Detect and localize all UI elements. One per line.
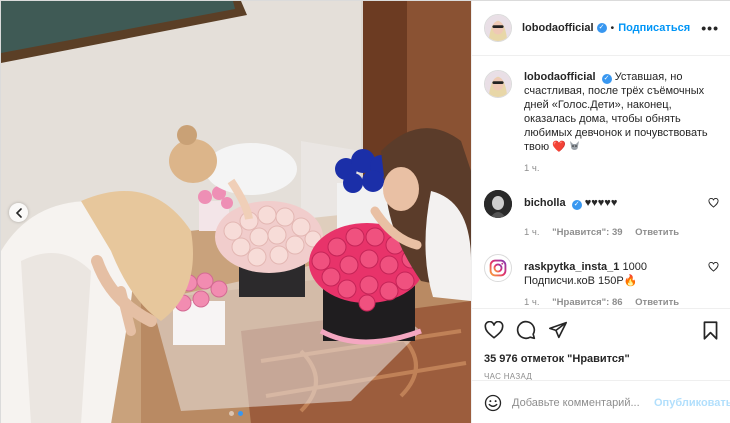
post-sidebar: lobodaofficial ✓ • Подписаться ••• lobod…	[471, 1, 730, 423]
post-actions: 35 976 отметок "Нравится" ЧАС НАЗАД	[472, 308, 730, 381]
carousel-prev-button[interactable]	[9, 203, 28, 222]
comment-meta: 1 ч. "Нравится": 86 Ответить	[524, 297, 719, 308]
comment-composer: Опубликовать	[472, 380, 730, 423]
caption-meta: 1 ч.	[524, 163, 719, 174]
comment-item: raskpytka_insta_1 1000 Подписчи.коВ 150Р…	[484, 254, 719, 288]
comment-like-button[interactable]	[708, 262, 719, 275]
commenter-username[interactable]: raskpytka_insta_1	[524, 261, 619, 273]
carousel-dot	[229, 411, 234, 416]
reply-button[interactable]: Ответить	[635, 297, 679, 308]
post-caption: lobodaofficial ✓ Уставшая, но счастливая…	[484, 70, 719, 154]
comment-item: bicholla ✓ ♥♥♥♥♥	[484, 190, 719, 218]
commenter-username[interactable]: bicholla	[524, 197, 566, 209]
emoji-icon	[484, 394, 502, 411]
avatar-image	[484, 190, 512, 218]
comment-meta: 1 ч. "Нравится": 39 Ответить	[524, 227, 719, 238]
heart-icon	[484, 321, 504, 339]
author-avatar[interactable]	[484, 14, 512, 42]
comment-likes-count[interactable]: "Нравится": 86	[552, 297, 622, 308]
carousel-dot	[238, 411, 243, 416]
comments-list[interactable]: lobodaofficial ✓ Уставшая, но счастливая…	[472, 56, 730, 308]
verified-badge-icon: ✓	[571, 200, 582, 210]
post-header: lobodaofficial ✓ • Подписаться •••	[472, 1, 730, 56]
comment-text-block: bicholla ✓ ♥♥♥♥♥	[524, 190, 684, 210]
chevron-left-icon	[15, 207, 22, 218]
verified-badge-icon: ✓	[596, 23, 607, 33]
author-username[interactable]: lobodaofficial	[522, 22, 594, 34]
action-icons-row	[484, 319, 719, 341]
more-options-icon[interactable]: •••	[701, 20, 719, 36]
bookmark-icon	[703, 320, 718, 340]
instagram-logo-icon	[489, 259, 507, 277]
comment-button[interactable]	[516, 320, 536, 340]
comment-time[interactable]: 1 ч.	[524, 227, 540, 238]
comment-icon	[516, 320, 536, 340]
follow-button[interactable]: Подписаться	[618, 22, 690, 34]
comment-likes-count[interactable]: "Нравится": 39	[552, 227, 622, 238]
separator-dot: •	[610, 22, 615, 34]
commenter-avatar[interactable]	[484, 190, 512, 218]
reply-button[interactable]: Ответить	[635, 227, 679, 238]
photo-illustration	[1, 1, 471, 423]
caption-username[interactable]: lobodaofficial	[524, 71, 596, 83]
heart-emoji: ❤️	[552, 141, 566, 153]
verified-badge-icon: ✓	[601, 74, 612, 84]
comment-text-block: raskpytka_insta_1 1000 Подписчи.коВ 150Р…	[524, 254, 684, 288]
share-icon	[548, 321, 567, 339]
publish-button[interactable]: Опубликовать	[654, 397, 730, 409]
comment-text: ♥♥♥♥♥	[584, 197, 618, 209]
commenter-avatar[interactable]	[484, 254, 512, 282]
emoji-button[interactable]	[484, 394, 502, 412]
save-button[interactable]	[702, 320, 719, 340]
wolf-emoji-icon	[569, 141, 579, 150]
like-button[interactable]	[484, 321, 504, 339]
instagram-post: lobodaofficial ✓ • Подписаться ••• lobod…	[0, 0, 730, 423]
carousel-indicator	[1, 411, 471, 416]
caption-time[interactable]: 1 ч.	[524, 163, 540, 174]
avatar-image	[485, 15, 511, 41]
caption-text-block: lobodaofficial ✓ Уставшая, но счастливая…	[524, 70, 719, 154]
heart-outline-icon	[708, 198, 719, 208]
avatar-image	[485, 71, 511, 97]
comment-like-button[interactable]	[708, 198, 719, 211]
heart-outline-icon	[708, 262, 719, 272]
likes-count[interactable]: 35 976 отметок "Нравится"	[484, 353, 719, 365]
comment-time[interactable]: 1 ч.	[524, 297, 540, 308]
caption-avatar[interactable]	[484, 70, 512, 98]
comment-input[interactable]	[512, 396, 654, 409]
share-button[interactable]	[548, 321, 568, 339]
post-photo[interactable]	[1, 1, 471, 423]
